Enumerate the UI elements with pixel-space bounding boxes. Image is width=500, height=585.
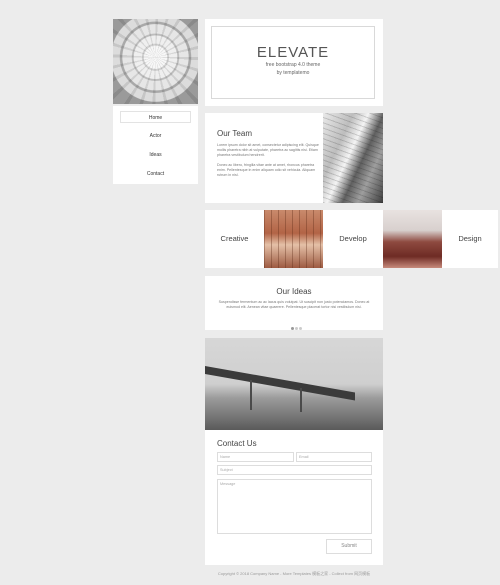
subject-input[interactable]: Subject (217, 465, 372, 475)
ideas-text: Suspendisse fermentum ac ac lacus quis v… (218, 300, 370, 309)
brand-byline: by templatemo (276, 70, 310, 76)
nav-item-actor[interactable]: Actor (120, 130, 191, 142)
brand-title: ELEVATE (256, 44, 330, 61)
ideas-heading: Our Ideas (276, 287, 312, 296)
forest-image (264, 210, 323, 268)
feature-creative: Creative (205, 210, 264, 268)
team-heading: Our Team (217, 129, 252, 138)
nav-item-ideas[interactable]: Ideas (120, 149, 191, 161)
footer-copyright: Copyright © 2018 Company Name - More Tem… (217, 571, 371, 576)
submit-button[interactable]: Submit (326, 539, 372, 554)
dome-image (113, 19, 198, 104)
hero-section: ELEVATE free bootstrap 4.0 theme by temp… (205, 19, 383, 106)
carousel-dot-2[interactable] (294, 327, 298, 330)
bridge-pillar (250, 380, 252, 410)
tower-image (323, 113, 383, 203)
name-input[interactable]: Name (217, 452, 294, 462)
bridge-deck (205, 366, 355, 401)
feature-design: Design (442, 210, 498, 268)
carousel-dot-3[interactable] (298, 327, 302, 330)
message-textarea[interactable]: Message (217, 479, 372, 534)
team-paragraph-1: Lorem ipsum dolor sit amet, consectetur … (217, 143, 319, 157)
desert-image (383, 210, 442, 268)
bridge-pillar (300, 388, 302, 412)
nav-item-home[interactable]: Home (120, 111, 191, 123)
team-paragraph-2: Donec ac libero, fringilla vitae ante at… (217, 163, 316, 177)
carousel-dots (290, 317, 302, 335)
feature-creative-label: Creative (220, 234, 249, 243)
brand-subtitle: free bootstrap 4.0 theme (265, 62, 321, 68)
carousel-dot-1[interactable] (290, 327, 294, 330)
contact-heading: Contact Us (217, 439, 257, 448)
contact-section: Contact Us Name Email Subject Message Su… (205, 430, 383, 565)
bridge-image (205, 338, 383, 430)
hero-frame: ELEVATE free bootstrap 4.0 theme by temp… (211, 26, 375, 99)
email-input[interactable]: Email (296, 452, 372, 462)
feature-develop: Develop (323, 210, 383, 268)
nav-item-contact[interactable]: Contact (120, 168, 191, 180)
feature-design-label: Design (458, 234, 482, 243)
ideas-section: Our Ideas Suspendisse fermentum ac ac la… (205, 276, 383, 330)
main-nav: Home Actor Ideas Contact (113, 106, 198, 184)
feature-develop-label: Develop (339, 234, 367, 243)
